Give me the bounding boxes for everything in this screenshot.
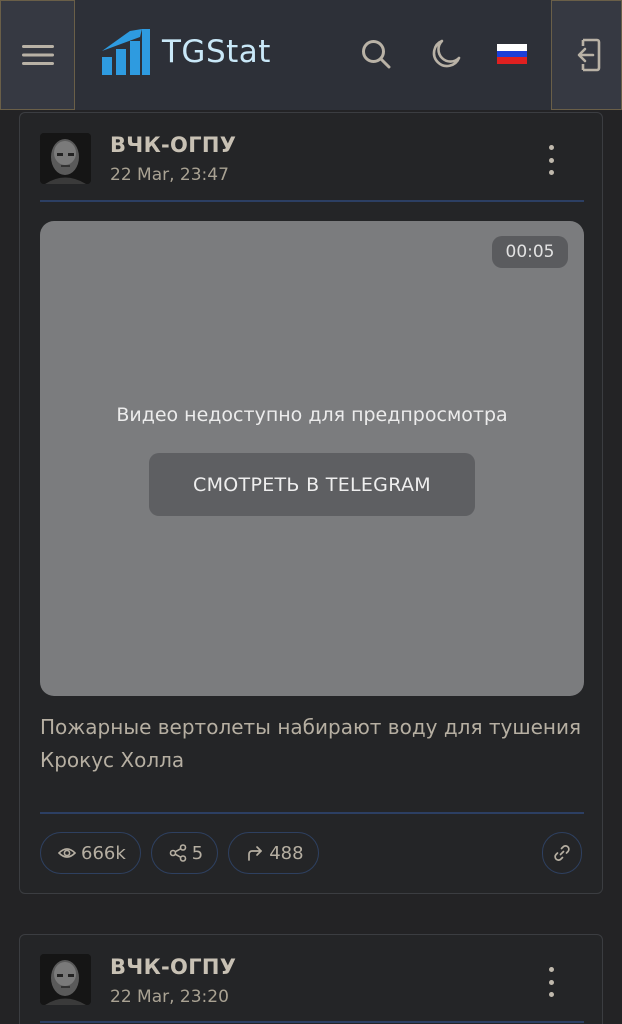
link-icon (554, 845, 570, 861)
theme-toggle-button[interactable] (428, 36, 464, 72)
dot (548, 145, 554, 150)
brand-name: TGStat (162, 34, 271, 70)
dot (548, 992, 554, 997)
dot (548, 157, 554, 163)
logout-button[interactable] (551, 0, 622, 110)
dot (548, 979, 554, 985)
post-stats: 666k 5 488 (40, 832, 319, 874)
top-navbar: TGStat (0, 0, 622, 110)
copy-link-button[interactable] (542, 832, 582, 874)
post-menu-button[interactable] (540, 145, 562, 175)
post-card: ВЧК-ОГПУ 22 Mar, 23:47 00:05 Видео недос… (19, 112, 603, 894)
forwards-badge[interactable]: 488 (228, 832, 319, 874)
eye-icon (58, 848, 76, 858)
watch-in-telegram-button[interactable]: СМОТРЕТЬ В TELEGRAM (149, 453, 475, 516)
dot (548, 170, 554, 175)
russian-flag-icon (497, 44, 527, 64)
search-button[interactable] (358, 36, 394, 72)
forward-arrow-icon (248, 846, 263, 861)
views-count: 666k (81, 842, 126, 864)
share-icon (169, 844, 187, 862)
post-date[interactable]: 22 Mar, 23:47 (110, 165, 229, 185)
hamburger-menu-icon (21, 45, 54, 65)
search-icon (362, 40, 391, 69)
avatar-image (40, 954, 91, 1005)
menu-button[interactable] (0, 0, 75, 110)
forwards-count: 488 (269, 842, 304, 864)
header-divider (40, 1021, 584, 1023)
tgstat-logo-icon (102, 29, 150, 75)
video-unavailable-message: Видео недоступно для предпросмотра (116, 404, 508, 426)
channel-avatar[interactable] (40, 133, 91, 184)
channel-name[interactable]: ВЧК-ОГПУ (110, 955, 236, 979)
shares-count: 5 (191, 842, 204, 864)
video-preview: 00:05 Видео недоступно для предпросмотра… (40, 221, 584, 696)
channel-avatar[interactable] (40, 954, 91, 1005)
moon-icon (432, 39, 461, 68)
language-button[interactable] (494, 36, 530, 72)
post-date[interactable]: 22 Mar, 23:20 (110, 987, 229, 1007)
dot (548, 967, 554, 972)
channel-name[interactable]: ВЧК-ОГПУ (110, 133, 236, 157)
footer-divider (40, 812, 584, 814)
shares-badge[interactable]: 5 (150, 832, 219, 874)
header-divider (40, 200, 584, 202)
post-card: ВЧК-ОГПУ 22 Mar, 23:20 (19, 934, 603, 1024)
video-duration: 00:05 (492, 236, 568, 268)
tgstat-logo[interactable]: TGStat (100, 26, 271, 78)
logout-icon (577, 38, 600, 72)
post-text: Пожарные вертолеты набирают воду для туш… (40, 715, 582, 772)
post-menu-button[interactable] (540, 967, 562, 997)
views-badge[interactable]: 666k (40, 832, 141, 874)
avatar-image (40, 133, 91, 184)
